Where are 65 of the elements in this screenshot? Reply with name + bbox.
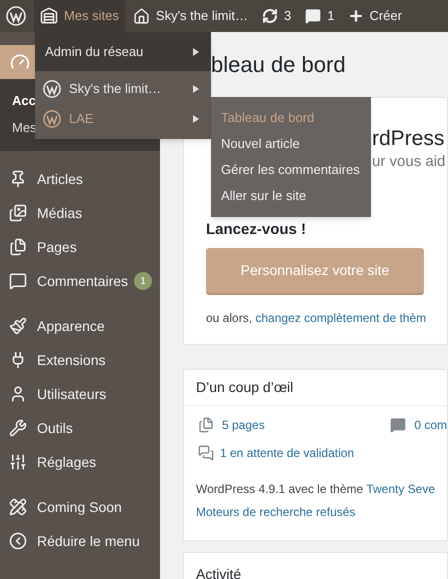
pages-icon	[198, 417, 214, 433]
stat-link[interactable]: 0 com	[414, 416, 447, 434]
speech-bubble-icon	[9, 272, 27, 290]
sidebar-menu-item[interactable]: Réduire le menu	[0, 524, 160, 558]
wrench-icon	[9, 419, 27, 437]
panel-title: D’un coup d’œil	[196, 378, 294, 397]
alternative-text: ou alors, changez complètement de thèm	[206, 310, 428, 327]
panel-title: Activité	[196, 566, 242, 579]
sites-icon	[40, 7, 58, 25]
pin-icon	[9, 170, 27, 188]
welcome-title: rdPress	[372, 127, 444, 150]
collapse-icon	[9, 532, 27, 550]
change-theme-link[interactable]: changez complètement de thèm	[255, 311, 426, 325]
submenu-link[interactable]: Aller sur le site	[211, 183, 371, 209]
my-sites-menu[interactable]: Mes sites	[34, 0, 125, 32]
sidebar-menu-item[interactable]: Commentaires 1	[0, 264, 160, 298]
pencil-ruler-icon	[9, 498, 27, 516]
search-engines-link[interactable]: Moteurs de recherche refusés	[196, 505, 356, 519]
sidebar-menu-item[interactable]: Coming Soon	[0, 490, 160, 524]
sidebar-menu-item[interactable]: Utilisateurs	[0, 377, 160, 411]
images-icon	[9, 204, 27, 222]
updates-count: 3	[284, 7, 292, 26]
sidebar-menu-item[interactable]: Outils	[0, 411, 160, 445]
my-sites-label: Mes sites	[64, 7, 119, 26]
caret-icon	[193, 115, 199, 123]
submenu-link[interactable]: Nouvel article	[211, 131, 371, 157]
section-heading: Lancez-vous !	[206, 221, 306, 238]
pages-icon	[9, 238, 27, 256]
sidebar-menu-item[interactable]: Extensions	[0, 343, 160, 377]
dropdown-item[interactable]: Admin du réseau	[35, 32, 211, 71]
theme-link[interactable]: Twenty Seve	[366, 482, 436, 496]
page-title: bleau de bord	[211, 51, 346, 79]
dropdown-item[interactable]: Sky's the limit…	[35, 71, 211, 103]
sidebar-menu-item[interactable]: Pages	[0, 230, 160, 264]
caret-icon	[193, 48, 199, 56]
paintbrush-icon	[9, 317, 27, 335]
sidebar-menu-item[interactable]: Articles	[0, 162, 160, 196]
version-text: WordPress 4.9.1 avec le thème Twenty Seve	[195, 481, 436, 498]
user-icon	[9, 385, 27, 403]
updates-button[interactable]: 3	[256, 0, 298, 32]
wordpress-logo-icon	[43, 110, 61, 128]
home-icon	[132, 8, 150, 24]
site-name-menu[interactable]: Sky's the limit…	[126, 0, 254, 32]
sidebar-menu-item[interactable]: Médias	[0, 196, 160, 230]
speech-bubble-icon	[305, 8, 322, 24]
plus-icon	[348, 8, 364, 24]
comments-button[interactable]: 1	[299, 0, 340, 32]
wordpress-logo-icon	[43, 80, 61, 98]
speech-bubble-icon	[390, 417, 406, 433]
speech-bubbles-icon	[198, 445, 214, 461]
stat-link[interactable]: 5 pages	[222, 416, 265, 434]
comments-count: 1	[327, 7, 334, 26]
moderation-link[interactable]: 1 en attente de validation	[220, 444, 354, 462]
wordpress-logo-icon	[6, 6, 26, 26]
comment-count-badge: 1	[134, 272, 152, 290]
caret-icon	[193, 85, 199, 93]
submenu-link[interactable]: Gérer les commentaires	[211, 157, 371, 183]
sliders-icon	[9, 453, 27, 471]
sidebar-menu-item[interactable]: Réglages	[0, 445, 160, 479]
new-content-button[interactable]: Créer	[342, 0, 408, 32]
sidebar-menu-item[interactable]: Apparence	[0, 309, 160, 343]
welcome-subtitle: ur vous aid	[372, 153, 446, 170]
site-name-label: Sky's the limit…	[156, 7, 248, 26]
refresh-icon	[262, 8, 278, 24]
new-content-label: Créer	[369, 7, 402, 26]
